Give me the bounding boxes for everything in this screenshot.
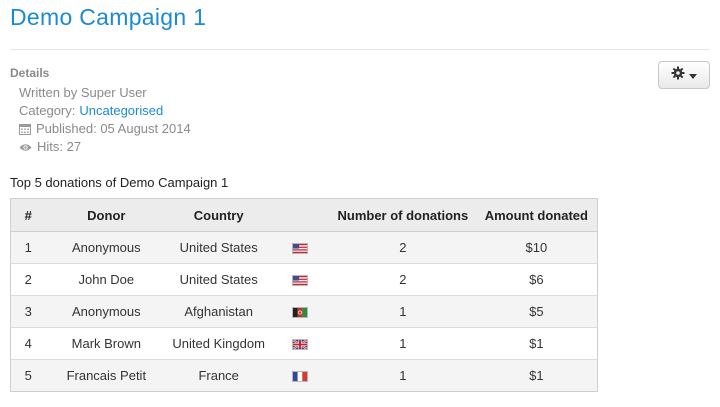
table-caption: Top 5 donations of Demo Campaign 1 <box>10 175 229 190</box>
table-row: 5 Francais Petit France 1 $1 <box>10 359 598 392</box>
details-heading: Details <box>10 66 50 80</box>
donor-cell: Francais Petit <box>45 359 168 392</box>
article-details: Details Written by Super User Category: … <box>10 66 191 156</box>
written-by: Written by Super User <box>19 84 191 102</box>
flag-cell <box>270 327 330 360</box>
donation-count-cell: 2 <box>329 263 476 296</box>
country-cell: United States <box>167 231 271 264</box>
written-by-text: Written by Super User <box>19 85 147 100</box>
donations-table: # Donor Country Number of donations Amou… <box>10 198 598 392</box>
hits-row: Hits: 27 <box>19 138 191 156</box>
amount-cell: $6 <box>475 263 598 296</box>
donation-count-cell: 1 <box>329 359 476 392</box>
category-label: Category: <box>19 103 76 118</box>
article-tools-button[interactable] <box>658 61 710 89</box>
country-cell: United Kingdom <box>167 327 271 360</box>
amount-cell: $5 <box>475 295 598 328</box>
rank-cell: 4 <box>10 327 46 360</box>
calendar-icon <box>19 123 31 135</box>
donation-count-cell: 1 <box>329 295 476 328</box>
table-row: 1 Anonymous United States 2 $10 <box>10 231 598 264</box>
country-cell: Afghanistan <box>167 295 271 328</box>
category-link[interactable]: Uncategorised <box>79 102 163 120</box>
donor-cell: Mark Brown <box>45 327 168 360</box>
country-cell: United States <box>167 263 271 296</box>
donor-cell: John Doe <box>45 263 168 296</box>
amount-cell: $1 <box>475 359 598 392</box>
donation-count-cell: 2 <box>329 231 476 264</box>
table-row: 2 John Doe United States 2 $6 <box>10 263 598 296</box>
donor-cell: Anonymous <box>45 295 168 328</box>
column-header-rank: # <box>10 198 46 232</box>
category-row: Category: Uncategorised <box>19 102 191 120</box>
donor-cell: Anonymous <box>45 231 168 264</box>
us-flag-icon <box>292 275 309 287</box>
rank-cell: 5 <box>10 359 46 392</box>
column-header-number-of-donations: Number of donations <box>329 198 476 232</box>
rank-cell: 1 <box>10 231 46 264</box>
column-header-flag <box>270 198 330 232</box>
column-header-country: Country <box>167 198 271 232</box>
eye-icon <box>19 143 32 152</box>
rank-cell: 3 <box>10 295 46 328</box>
amount-cell: $1 <box>475 327 598 360</box>
column-header-amount-donated: Amount donated <box>475 198 598 232</box>
country-cell: France <box>167 359 271 392</box>
flag-cell <box>270 295 330 328</box>
table-row: 4 Mark Brown United Kingdom 1 $1 <box>10 327 598 360</box>
hits-text: Hits: 27 <box>37 139 82 154</box>
gb-flag-icon <box>292 339 309 351</box>
donation-count-cell: 1 <box>329 327 476 360</box>
fr-flag-icon <box>292 371 309 383</box>
published-text: Published: 05 August 2014 <box>36 121 191 136</box>
page-title: Demo Campaign 1 <box>10 4 207 30</box>
caret-down-icon <box>689 66 697 84</box>
published-row: Published: 05 August 2014 <box>19 120 191 138</box>
column-header-donor: Donor <box>45 198 168 232</box>
flag-cell <box>270 231 330 264</box>
title-divider <box>10 49 710 50</box>
flag-cell <box>270 263 330 296</box>
af-flag-icon <box>292 307 309 319</box>
gear-icon <box>671 66 685 85</box>
table-row: 3 Anonymous Afghanistan 1 $5 <box>10 295 598 328</box>
us-flag-icon <box>292 243 309 255</box>
amount-cell: $10 <box>475 231 598 264</box>
flag-cell <box>270 359 330 392</box>
table-header-row: # Donor Country Number of donations Amou… <box>10 198 598 232</box>
rank-cell: 2 <box>10 263 46 296</box>
